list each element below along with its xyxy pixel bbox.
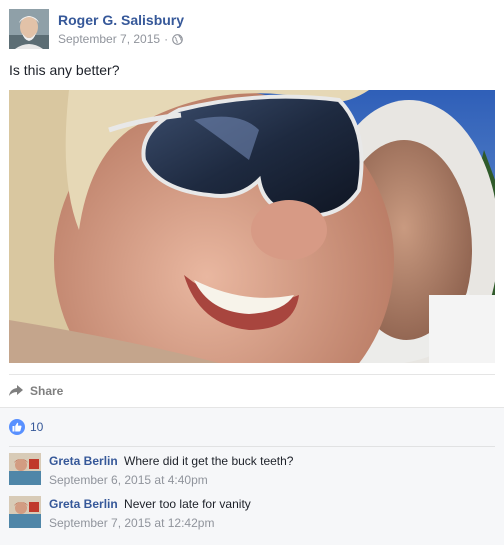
comment-text: Never too late for vanity (124, 497, 251, 511)
comment: Greta Berlin Never too late for vanity S… (9, 496, 495, 538)
post-photo[interactable] (9, 90, 495, 363)
like-count: 10 (30, 420, 44, 434)
post-meta: September 7, 2015 · (58, 32, 183, 46)
comment-timestamp[interactable]: September 6, 2015 at 4:40pm (49, 473, 208, 487)
commenter-avatar[interactable] (9, 453, 41, 485)
comment-timestamp[interactable]: September 7, 2015 at 12:42pm (49, 516, 214, 530)
post-text: Is this any better? (9, 62, 120, 78)
author-name[interactable]: Roger G. Salisbury (58, 12, 184, 28)
author-avatar[interactable] (9, 9, 49, 49)
commenter-name[interactable]: Greta Berlin (49, 497, 118, 511)
share-label: Share (30, 384, 64, 398)
globe-icon[interactable] (172, 33, 183, 45)
comment: Greta Berlin Where did it get the buck t… (9, 453, 495, 495)
comment-text: Where did it get the buck teeth? (124, 454, 294, 468)
meta-separator: · (164, 32, 169, 46)
divider (9, 374, 495, 375)
commenter-name[interactable]: Greta Berlin (49, 454, 118, 468)
share-button[interactable]: Share (9, 380, 63, 402)
post-date[interactable]: September 7, 2015 (58, 32, 160, 46)
post-header: Roger G. Salisbury September 7, 2015 · (9, 9, 499, 51)
share-arrow-icon (9, 385, 23, 396)
comment-line: Greta Berlin Never too late for vanity (49, 497, 251, 511)
thumbs-up-icon (9, 419, 25, 435)
comment-line: Greta Berlin Where did it get the buck t… (49, 454, 293, 468)
like-summary[interactable]: 10 (9, 418, 43, 436)
facebook-post: Roger G. Salisbury September 7, 2015 · I… (0, 0, 504, 545)
commenter-avatar[interactable] (9, 496, 41, 528)
divider (9, 446, 495, 447)
